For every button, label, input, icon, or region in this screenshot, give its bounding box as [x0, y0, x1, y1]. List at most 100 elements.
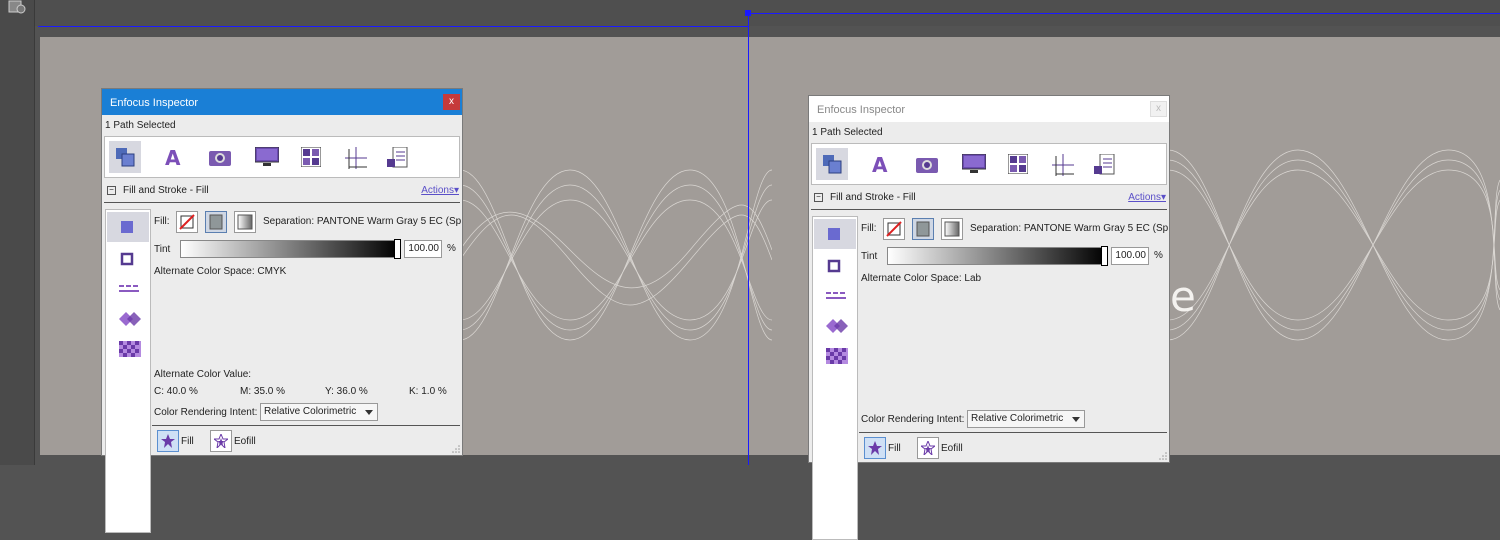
tools-rail [0, 0, 35, 465]
color-tab[interactable] [249, 141, 281, 173]
fill-none-button[interactable] [883, 218, 905, 240]
selection-status: 1 Path Selected [812, 127, 883, 138]
guide-line-vertical[interactable] [748, 13, 749, 465]
alternate-color-space: Alternate Color Space: CMYK [154, 266, 287, 277]
fill-rule-label: Fill [888, 443, 901, 454]
color-rendering-dropdown[interactable]: Relative Colorimetric [967, 410, 1085, 428]
guide-anchor-point[interactable] [745, 10, 751, 16]
separation-name: Separation: PANTONE Warm Gray 5 EC (Sp..… [263, 216, 462, 227]
resize-grip-icon[interactable] [452, 445, 460, 453]
inspector-toolbar: A [811, 143, 1167, 185]
transparency-mode-button[interactable] [107, 334, 149, 364]
fill-gradient-button[interactable] [941, 218, 963, 240]
percent-label: % [1154, 250, 1163, 261]
actions-menu[interactable]: Actions▾ [1128, 192, 1166, 203]
fill-gradient-button[interactable] [234, 211, 256, 233]
camera-icon [916, 158, 938, 173]
dash-mode-button[interactable] [814, 281, 856, 311]
object-tab[interactable] [816, 148, 848, 180]
fill-mode-button[interactable] [107, 212, 149, 242]
section-divider [104, 202, 460, 203]
transparency-mode-button[interactable] [814, 341, 856, 371]
eofill-rule-label: Eofill [941, 443, 963, 454]
tint-slider-handle[interactable] [394, 239, 401, 259]
color-rendering-dropdown[interactable]: Relative Colorimetric [260, 403, 378, 421]
percent-label: % [447, 243, 456, 254]
layout-tab[interactable] [295, 141, 327, 173]
actions-menu[interactable]: Actions▾ [421, 185, 459, 196]
grid-icon [1008, 154, 1028, 174]
tint-slider[interactable] [180, 240, 400, 258]
object-icon [823, 155, 842, 174]
guide-line-horizontal-upper[interactable] [749, 13, 1500, 14]
color-tab[interactable] [956, 148, 988, 180]
color-rendering-row: Color Rendering Intent: Relative Colorim… [154, 403, 464, 423]
selection-status: 1 Path Selected [105, 120, 176, 131]
star-fill-icon [868, 441, 882, 455]
separation-name: Separation: PANTONE Warm Gray 5 EC (Sp..… [970, 223, 1169, 234]
text-icon: A [872, 154, 888, 174]
resize-grip-icon[interactable] [1159, 452, 1167, 460]
text-tab[interactable]: A [157, 141, 189, 173]
fill-solid-button[interactable] [912, 218, 934, 240]
section-divider [811, 209, 1167, 210]
wave-artwork-right [1168, 149, 1500, 341]
yellow-value: Y: 36.0 % [325, 386, 368, 397]
position-tab[interactable] [1046, 148, 1078, 180]
panel-title: Enfocus Inspector [110, 97, 199, 109]
document-tab[interactable] [1088, 148, 1120, 180]
section-title: Fill and Stroke - Fill [123, 185, 209, 196]
dash-mode-button[interactable] [107, 274, 149, 304]
eofill-rule-button[interactable] [210, 430, 232, 452]
star-fill-icon [161, 434, 175, 448]
fill-rule-button[interactable] [157, 430, 179, 452]
close-button[interactable]: x [443, 94, 460, 110]
fill-none-button[interactable] [176, 211, 198, 233]
inspector-panel-1: Enfocus Inspector x 1 Path Selected A − … [101, 88, 464, 533]
tint-row: Tint 100.00 % [154, 239, 462, 259]
fill-solid-button[interactable] [205, 211, 227, 233]
collapse-toggle[interactable]: − [107, 186, 116, 195]
color-rendering-value: Relative Colorimetric [264, 406, 357, 417]
pattern-icon [119, 341, 141, 357]
color-rendering-label: Color Rendering Intent: [154, 407, 258, 418]
fill-row: Fill: Separation: PANTONE Warm Gray 5 EC… [861, 218, 1169, 240]
dash-icon [826, 292, 846, 299]
cmyk-values: C: 40.0 % M: 35.0 % Y: 36.0 % K: 1.0 % [154, 386, 464, 400]
no-color-icon [886, 221, 902, 237]
text-tab[interactable]: A [864, 148, 896, 180]
tint-value-field[interactable]: 100.00 [1111, 247, 1149, 265]
section-header: − Fill and Stroke - Fill Actions▾ [105, 185, 459, 199]
tint-slider-handle[interactable] [1101, 246, 1108, 266]
fill-rule-button[interactable] [864, 437, 886, 459]
diamond-icon [826, 319, 848, 333]
chevron-down-icon [1072, 417, 1080, 422]
panel-titlebar[interactable]: Enfocus Inspector x [809, 96, 1169, 122]
canvas-text-e: e [1170, 272, 1196, 321]
panel-titlebar[interactable]: Enfocus Inspector x [102, 89, 462, 115]
overprint-mode-button[interactable] [814, 311, 856, 341]
stroke-mode-button[interactable] [107, 244, 149, 274]
page-tool-icon[interactable] [7, 0, 27, 14]
tint-slider[interactable] [887, 247, 1107, 265]
stroke-mode-button[interactable] [814, 251, 856, 281]
collapse-toggle[interactable]: − [814, 193, 823, 202]
tint-label: Tint [154, 244, 171, 255]
close-button[interactable]: x [1150, 101, 1167, 117]
layout-tab[interactable] [1002, 148, 1034, 180]
image-tab[interactable] [910, 148, 942, 180]
object-tab[interactable] [109, 141, 141, 173]
fill-mode-button[interactable] [814, 219, 856, 249]
fill-label: Fill: [861, 223, 877, 234]
cyan-value: C: 40.0 % [154, 386, 198, 397]
image-tab[interactable] [203, 141, 235, 173]
eofill-rule-button[interactable] [917, 437, 939, 459]
guide-line-horizontal[interactable] [38, 26, 749, 27]
position-tab[interactable] [339, 141, 371, 173]
overprint-mode-button[interactable] [107, 304, 149, 334]
document-tab[interactable] [381, 141, 413, 173]
tint-value-field[interactable]: 100.00 [404, 240, 442, 258]
fill-square-icon [121, 221, 133, 233]
solid-color-icon [916, 221, 930, 237]
diamond-icon [119, 312, 141, 326]
